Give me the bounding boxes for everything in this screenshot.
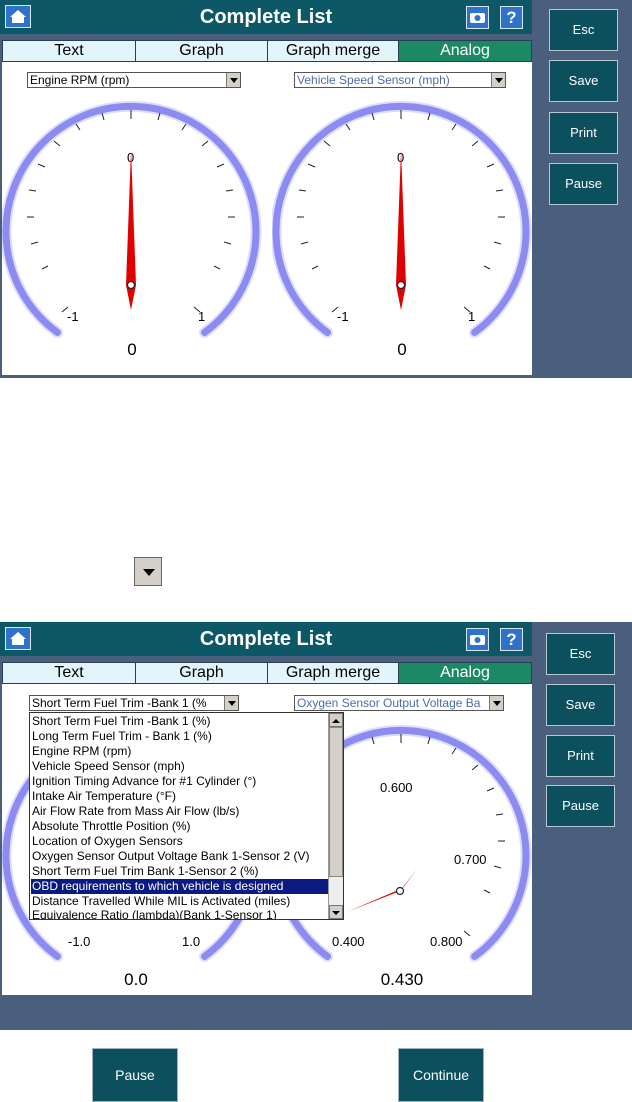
content-area: Text Graph Graph merge Analog Engine RPM… bbox=[2, 40, 532, 375]
help-icon[interactable]: ? bbox=[500, 6, 523, 29]
right-gauge-value: 0 bbox=[397, 340, 407, 359]
top-screen: Complete List ? Text Graph Graph merge A… bbox=[0, 0, 632, 378]
gauge-max-label: 1 bbox=[198, 309, 205, 324]
chevron-down-icon[interactable] bbox=[224, 696, 238, 710]
print-button[interactable]: Print bbox=[549, 112, 618, 154]
list-item[interactable]: Equivalence Ratio (lambda)(Bank 1-Sensor… bbox=[31, 908, 330, 919]
gauge-max-label: 1 bbox=[468, 309, 475, 324]
left-select-value: Engine RPM (rpm) bbox=[30, 73, 130, 87]
list-item[interactable]: Short Term Fuel Trim Bank 1-Sensor 2 (%) bbox=[31, 864, 330, 879]
screen-title: Complete List bbox=[199, 628, 333, 650]
left-gauge-value: 0.0 bbox=[124, 970, 148, 989]
print-button[interactable]: Print bbox=[546, 735, 615, 777]
esc-button[interactable]: Esc bbox=[549, 9, 618, 51]
pause-button[interactable]: Pause bbox=[549, 163, 618, 205]
list-item[interactable]: Ignition Timing Advance for #1 Cylinder … bbox=[31, 774, 330, 789]
tab-text[interactable]: Text bbox=[2, 40, 136, 62]
title-bar: Complete List ? bbox=[0, 622, 532, 656]
tab-graph-merge[interactable]: Graph merge bbox=[267, 662, 399, 684]
tab-analog[interactable]: Analog bbox=[398, 40, 532, 62]
gauge-label-0600: 0.600 bbox=[380, 780, 413, 795]
list-item-selected[interactable]: OBD requirements to which vehicle is des… bbox=[31, 879, 330, 894]
list-item[interactable]: Distance Travelled While MIL is Activate… bbox=[31, 894, 330, 909]
list-item[interactable]: Air Flow Rate from Mass Air Flow (lb/s) bbox=[31, 804, 330, 819]
dropdown-scrollbar[interactable] bbox=[328, 713, 343, 919]
title-bar: Complete List ? bbox=[0, 0, 532, 34]
right-select-value: Vehicle Speed Sensor (mph) bbox=[297, 73, 450, 87]
list-item[interactable]: Intake Air Temperature (°F) bbox=[31, 789, 330, 804]
list-item[interactable]: Oxygen Sensor Output Voltage Bank 1-Sens… bbox=[31, 849, 330, 864]
gauge-min-label: -1.0 bbox=[68, 934, 90, 949]
list-item[interactable]: Long Term Fuel Trim - Bank 1 (%) bbox=[31, 729, 330, 744]
esc-button[interactable]: Esc bbox=[546, 633, 615, 675]
list-item[interactable]: Location of Oxygen Sensors bbox=[31, 834, 330, 849]
screen-title: Complete List bbox=[199, 6, 333, 28]
tab-graph[interactable]: Graph bbox=[135, 40, 268, 62]
left-gauge-value: 0 bbox=[127, 340, 137, 359]
right-gauge: -1 1 0 bbox=[272, 100, 532, 338]
save-button[interactable]: Save bbox=[549, 60, 618, 102]
right-select-value: Oxygen Sensor Output Voltage Ba bbox=[297, 696, 481, 710]
tab-bar: Text Graph Graph merge Analog bbox=[2, 662, 532, 684]
camera-icon[interactable] bbox=[466, 6, 489, 29]
list-item[interactable]: Engine RPM (rpm) bbox=[31, 744, 330, 759]
gauge-label-0700: 0.700 bbox=[454, 852, 487, 867]
scroll-thumb[interactable] bbox=[329, 727, 343, 877]
continue-button[interactable]: Continue bbox=[398, 1048, 484, 1102]
left-select-value: Short Term Fuel Trim -Bank 1 (% bbox=[32, 696, 207, 710]
pause-button[interactable]: Pause bbox=[546, 785, 615, 827]
right-gauge-value: 0.430 bbox=[380, 970, 424, 989]
right-parameter-select[interactable]: Vehicle Speed Sensor (mph) bbox=[294, 72, 506, 88]
gauge-max-label: 1.0 bbox=[182, 934, 200, 949]
chevron-down-icon[interactable] bbox=[491, 73, 505, 87]
camera-icon[interactable] bbox=[466, 628, 489, 651]
gauge-needle bbox=[347, 869, 417, 912]
tab-analog[interactable]: Analog bbox=[398, 662, 532, 684]
save-button[interactable]: Save bbox=[546, 684, 615, 726]
left-parameter-select[interactable]: Engine RPM (rpm) bbox=[27, 72, 241, 88]
gauge-min-label: -1 bbox=[337, 309, 349, 324]
list-item[interactable]: Vehicle Speed Sensor (mph) bbox=[31, 759, 330, 774]
list-item[interactable]: Absolute Throttle Position (%) bbox=[31, 819, 330, 834]
tab-graph-merge[interactable]: Graph merge bbox=[267, 40, 399, 62]
left-parameter-select[interactable]: Short Term Fuel Trim -Bank 1 (% bbox=[29, 695, 239, 711]
chevron-down-icon[interactable] bbox=[226, 73, 240, 87]
home-icon[interactable] bbox=[5, 5, 31, 28]
pause-button[interactable]: Pause bbox=[92, 1048, 178, 1102]
gauge-label-0400: 0.400 bbox=[332, 934, 365, 949]
home-icon[interactable] bbox=[5, 627, 31, 650]
chevron-down-icon[interactable] bbox=[489, 696, 503, 710]
list-item[interactable]: Short Term Fuel Trim -Bank 1 (%) bbox=[31, 714, 330, 729]
scroll-down-icon[interactable] bbox=[329, 905, 343, 919]
chevron-down-icon[interactable] bbox=[134, 557, 162, 586]
tab-bar: Text Graph Graph merge Analog bbox=[2, 40, 532, 62]
scroll-up-icon[interactable] bbox=[329, 713, 343, 727]
parameter-dropdown-list[interactable]: Short Term Fuel Trim -Bank 1 (%) Long Te… bbox=[29, 712, 344, 920]
help-icon[interactable]: ? bbox=[500, 628, 523, 651]
tab-graph[interactable]: Graph bbox=[135, 662, 268, 684]
gauge-label-0800: 0.800 bbox=[430, 934, 463, 949]
tab-text[interactable]: Text bbox=[2, 662, 136, 684]
right-parameter-select[interactable]: Oxygen Sensor Output Voltage Ba bbox=[294, 695, 504, 711]
left-gauge: -1 1 0 bbox=[2, 100, 262, 338]
gauge-min-label: -1 bbox=[67, 309, 79, 324]
